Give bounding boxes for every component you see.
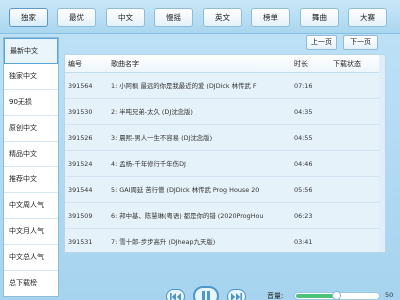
song-id: 391509 (68, 212, 93, 220)
tab-dance[interactable]: 舞曲 (300, 8, 339, 27)
song-id: 391564 (68, 82, 93, 90)
next-icon (231, 292, 242, 300)
tab-exclusive[interactable]: 独家 (9, 8, 48, 27)
tab-contest[interactable]: 大赛 (348, 8, 387, 27)
volume-label: 音量: (267, 292, 284, 300)
song-duration: 04:35 (294, 108, 313, 116)
sidebar-item-original-chinese[interactable]: 原创中文 (4, 116, 58, 142)
next-page-button[interactable]: 下一页 (343, 35, 378, 50)
song-id: 391530 (68, 108, 93, 116)
table-row[interactable]: 391524 4: 孟杨-千年修行千年伤DJ 04:46 (65, 151, 385, 177)
song-duration: 04:55 (294, 134, 313, 142)
sidebar-item-total-popular[interactable]: 中文总人气 (4, 245, 58, 272)
song-id: 391544 (68, 186, 93, 194)
column-header-download[interactable]: 下载状态 (333, 55, 383, 73)
table-row[interactable]: 391564 1: 小阿枫 最远的你是我最近的爱 (DJDick 林传武 F 0… (65, 73, 385, 99)
prev-page-button[interactable]: 上一页 (306, 35, 337, 50)
column-header-time[interactable]: 时长 (294, 55, 324, 73)
tab-best[interactable]: 最优 (57, 8, 96, 27)
category-tabbar: 独家 最优 中文 慢摇 英文 榜单 舞曲 大赛 (0, 0, 400, 34)
sidebar-item-latest-chinese[interactable]: 最新中文 (4, 38, 58, 64)
song-duration: 06:23 (294, 212, 313, 220)
table-row[interactable]: 391526 3: 晨熙-男人一生不容易 (DJ沈念版) 04:55 (65, 125, 385, 151)
tab-slow-rock[interactable]: 慢摇 (154, 8, 193, 27)
song-duration: 04:46 (294, 160, 313, 168)
column-header-id[interactable]: 编号 (68, 55, 110, 73)
pause-icon (202, 290, 210, 300)
tab-charts[interactable]: 榜单 (251, 8, 290, 27)
song-id: 391524 (68, 160, 93, 168)
tab-english[interactable]: 英文 (203, 8, 242, 27)
column-header-name[interactable]: 歌曲名字 (111, 55, 301, 73)
song-name: 3: 晨熙-男人一生不容易 (DJ沈念版) (111, 134, 213, 142)
song-id: 391531 (68, 238, 93, 246)
volume-value: 50 (385, 291, 394, 299)
song-name: 5: GAI周延 苦行僧 (DJDick 林传武 Prog House 20 (111, 186, 260, 194)
song-name: 2: 半吨兄弟-太久 (DJ沈念版) (111, 108, 193, 116)
previous-button[interactable] (166, 289, 185, 300)
sidebar-item-premium-chinese[interactable]: 精品中文 (4, 142, 58, 168)
table-header: 编号 歌曲名字 时长 下载状态 (65, 55, 385, 73)
song-duration: 07:16 (294, 82, 313, 90)
sidebar-item-exclusive-chinese[interactable]: 独家中文 (4, 64, 58, 90)
pause-button[interactable] (193, 286, 219, 300)
table-row[interactable]: 391509 6: 邦中基、陈慧琳(粤语) 都是你的错 (2020ProgHou… (65, 203, 385, 229)
song-name: 7: 雪十郎-步步高升 (DJheap九天版) (111, 238, 216, 246)
sidebar-item-90-lossless[interactable]: 90无损 (4, 90, 58, 116)
next-button[interactable] (227, 289, 246, 300)
song-duration: 03:41 (294, 238, 313, 246)
sidebar-item-download-chart[interactable]: 总下载榜 (4, 271, 58, 297)
song-name: 4: 孟杨-千年修行千年伤DJ (111, 160, 186, 168)
table-row[interactable]: 391544 5: GAI周延 苦行僧 (DJDick 林传武 Prog Hou… (65, 177, 385, 203)
sidebar-item-weekly-popular[interactable]: 中文周人气 (4, 193, 58, 220)
table-scrollbar[interactable] (379, 55, 385, 252)
previous-icon (170, 292, 181, 300)
volume-fill (296, 294, 337, 298)
song-name: 6: 邦中基、陈慧琳(粤语) 都是你的错 (2020ProgHou (111, 212, 264, 220)
volume-handle[interactable] (332, 291, 341, 300)
sidebar-item-monthly-popular[interactable]: 中文月人气 (4, 219, 58, 246)
song-name: 1: 小阿枫 最远的你是我最近的爱 (DJDick 林传武 F (111, 82, 257, 90)
song-table: 编号 歌曲名字 时长 下载状态 391564 1: 小阿枫 最远的你是我最近的爱… (64, 54, 386, 253)
song-duration: 05:56 (294, 186, 313, 194)
song-id: 391526 (68, 134, 93, 142)
sidebar: 最新中文 独家中文 90无损 原创中文 精品中文 推荐中文 中文周人气 中文月人… (3, 37, 59, 297)
volume-slider[interactable] (294, 291, 380, 300)
sidebar-item-recommended[interactable]: 推荐中文 (4, 167, 58, 194)
tab-chinese[interactable]: 中文 (106, 8, 145, 27)
table-row[interactable]: 391531 7: 雪十郎-步步高升 (DJheap九天版) 03:41 (65, 229, 385, 252)
table-row[interactable]: 391530 2: 半吨兄弟-太久 (DJ沈念版) 04:35 (65, 99, 385, 125)
